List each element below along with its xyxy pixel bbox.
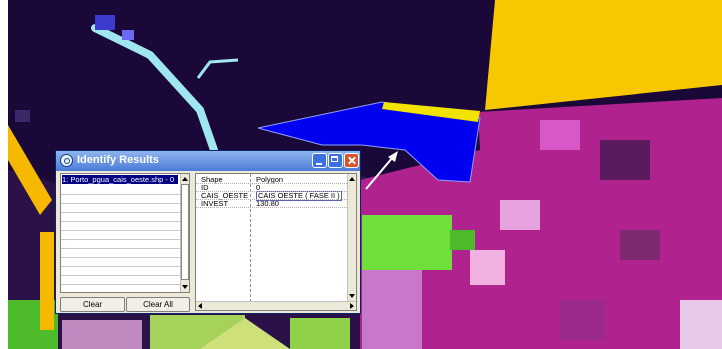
column-divider <box>250 174 251 302</box>
scroll-left-icon[interactable] <box>198 303 202 309</box>
list-row-divider <box>61 194 180 196</box>
table-row-divider <box>196 191 347 193</box>
list-row-divider <box>61 248 180 250</box>
clear-button[interactable]: Clear <box>60 297 125 312</box>
window-title: Identify Results <box>77 154 159 166</box>
list-row-divider <box>61 257 180 259</box>
feature-list[interactable]: 1: Porto_pgua_cais_oeste.shp - 0 <box>60 173 190 293</box>
list-row-divider <box>61 275 180 277</box>
scroll-thumb[interactable] <box>181 184 189 280</box>
table-row-divider <box>196 199 347 201</box>
scroll-up-icon[interactable] <box>182 177 188 181</box>
list-row-divider <box>61 230 180 232</box>
scroll-right-icon[interactable] <box>350 303 354 309</box>
close-icon[interactable] <box>344 153 359 168</box>
scroll-up-icon[interactable] <box>349 177 355 181</box>
scroll-down-icon[interactable] <box>182 285 188 289</box>
title-bar[interactable]: Identify Results <box>56 151 360 171</box>
minimize-icon[interactable] <box>312 153 327 168</box>
feature-list-vertical-scrollbar[interactable] <box>180 174 189 292</box>
feature-list-item-selected[interactable]: 1: Porto_pgua_cais_oeste.shp - 0 <box>62 175 178 184</box>
clear-all-button[interactable]: Clear All <box>126 297 190 312</box>
list-row-divider <box>61 239 180 241</box>
dark-speck <box>15 110 30 122</box>
list-row-divider <box>61 203 180 205</box>
list-row-divider <box>61 266 180 268</box>
yellow-strip-bottom <box>40 232 54 330</box>
list-row-divider <box>61 284 180 286</box>
scroll-down-icon[interactable] <box>349 294 355 298</box>
identify-results-window[interactable]: Identify Results 1: Porto_pgua_cais_oest… <box>55 150 361 314</box>
left-margin <box>0 0 8 349</box>
table-row-divider <box>196 207 347 209</box>
maximize-icon[interactable] <box>328 153 343 168</box>
attribute-horizontal-scrollbar[interactable] <box>196 301 356 310</box>
blue-speck <box>95 15 115 30</box>
identify-icon <box>60 154 73 167</box>
attribute-vertical-scrollbar[interactable] <box>347 174 356 301</box>
blue-speck <box>122 30 134 40</box>
attribute-table[interactable]: Shape Polygon ID 0 CAIS_OESTE CAIS OESTE… <box>195 173 357 311</box>
list-row-divider <box>61 221 180 223</box>
list-row-divider <box>61 212 180 214</box>
table-row-divider <box>196 183 347 185</box>
